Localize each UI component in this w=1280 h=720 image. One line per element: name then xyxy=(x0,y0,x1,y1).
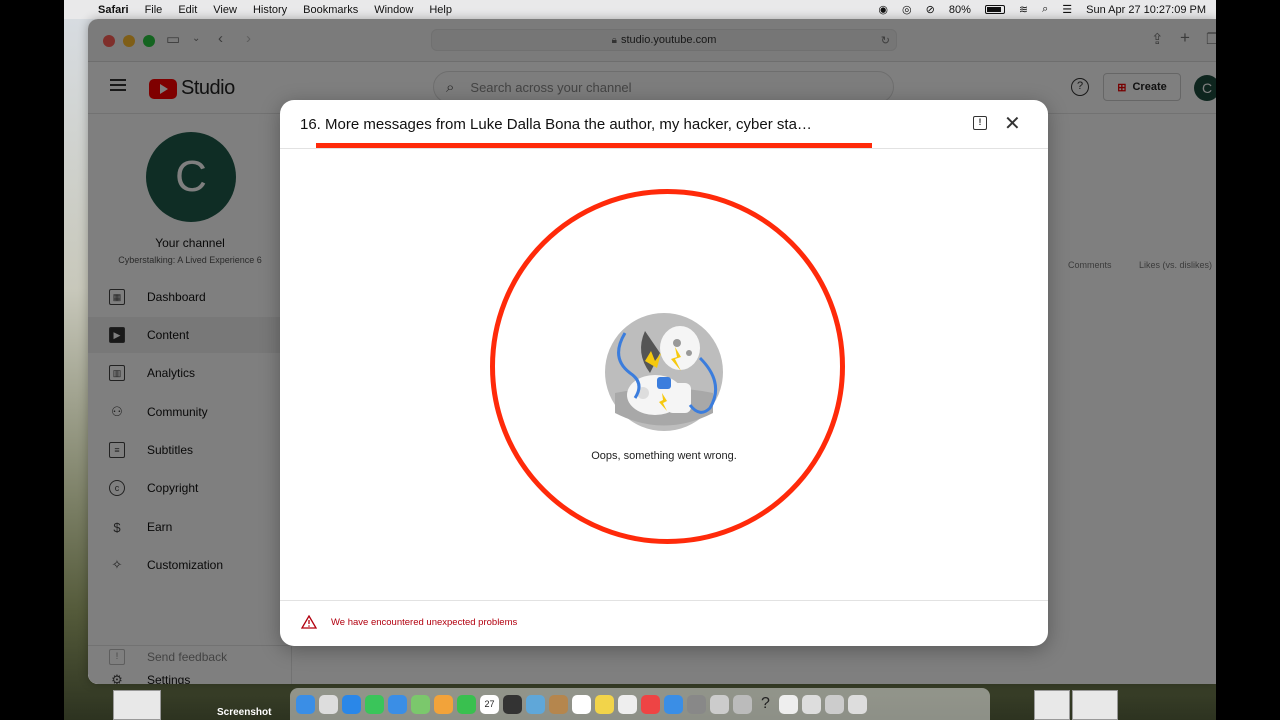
menu-view[interactable]: View xyxy=(205,4,245,16)
contacts-icon[interactable] xyxy=(549,694,568,714)
photos-icon[interactable] xyxy=(434,694,453,714)
trash-icon[interactable] xyxy=(848,694,867,714)
notes-icon[interactable] xyxy=(595,694,614,714)
broken-robot-illustration xyxy=(605,313,723,431)
desktop-thumbnail-3[interactable] xyxy=(1072,690,1118,720)
feedback-icon: ! xyxy=(109,649,125,665)
error-message: Oops, something went wrong. xyxy=(591,450,737,462)
menu-bookmarks[interactable]: Bookmarks xyxy=(295,4,366,16)
menu-file[interactable]: File xyxy=(137,4,171,16)
error-dialog: 16. More messages from Luke Dalla Bona t… xyxy=(280,100,1048,646)
battery-icon[interactable] xyxy=(984,5,1005,14)
spotlight-icon[interactable]: ⌕ xyxy=(1042,3,1048,16)
menu-edit[interactable]: Edit xyxy=(170,4,205,16)
sidebar-item-label: Send feedback xyxy=(147,650,228,664)
airdrop-icon[interactable]: ◎ xyxy=(902,3,912,16)
dialog-footer-divider xyxy=(280,600,1048,601)
menubar-clock[interactable]: Sun Apr 27 10:27:09 PM xyxy=(1086,4,1206,16)
footer-warning-text: We have encountered unexpected problems xyxy=(331,617,518,628)
dock-screenshot-label[interactable]: Screenshot xyxy=(217,707,271,718)
menu-app[interactable]: Safari xyxy=(90,4,137,16)
maps-icon[interactable] xyxy=(411,694,430,714)
help-viewer-icon[interactable]: ? xyxy=(756,695,775,714)
dialog-header-divider xyxy=(280,148,1048,149)
freeform-icon[interactable] xyxy=(618,694,637,714)
control-center-icon[interactable]: ☰ xyxy=(1062,3,1072,16)
record-icon[interactable]: ◉ xyxy=(878,3,888,16)
dock: 27 ? xyxy=(290,688,990,720)
letterbox-left xyxy=(0,0,64,720)
battery-percent: 80% xyxy=(948,3,971,16)
minimized-window-icon-2[interactable] xyxy=(802,694,821,714)
messages-icon[interactable] xyxy=(365,694,384,714)
sidebar-item-send-feedback[interactable]: ! Send feedback xyxy=(88,639,292,675)
menu-help[interactable]: Help xyxy=(421,4,460,16)
mute-icon[interactable]: ⊘ xyxy=(926,3,935,16)
launchpad-icon[interactable] xyxy=(319,694,338,714)
recent-window-icon[interactable] xyxy=(733,694,752,714)
facetime-icon[interactable] xyxy=(457,694,476,714)
dialog-title: 16. More messages from Luke Dalla Bona t… xyxy=(300,116,812,133)
system-settings-icon[interactable] xyxy=(687,694,706,714)
minimized-window-icon[interactable] xyxy=(779,694,798,714)
menu-history[interactable]: History xyxy=(245,4,295,16)
status-area: ◉ ◎ ⊘ 80% ≋ ⌕ ☰ Sun Apr 27 10:27:09 PM xyxy=(878,3,1216,16)
minimized-window-icon-3[interactable] xyxy=(825,694,844,714)
preview-icon[interactable] xyxy=(526,694,545,714)
safari-icon[interactable] xyxy=(342,694,361,714)
news-icon[interactable] xyxy=(641,694,660,714)
report-icon[interactable]: ! xyxy=(973,116,987,130)
desktop-thumbnail-2[interactable] xyxy=(1034,690,1070,720)
wifi-icon[interactable]: ≋ xyxy=(1019,3,1028,16)
reminders-icon[interactable] xyxy=(572,694,591,714)
mail-icon[interactable] xyxy=(388,694,407,714)
menu-window[interactable]: Window xyxy=(366,4,421,16)
desktop-thumbnail[interactable] xyxy=(113,690,161,720)
letterbox-right xyxy=(1216,0,1280,720)
recent-app-icon[interactable] xyxy=(710,694,729,714)
activity-monitor-icon[interactable] xyxy=(503,694,522,714)
menubar: Safari File Edit View History Bookmarks … xyxy=(64,0,1216,19)
app-store-icon[interactable] xyxy=(664,694,683,714)
warning-icon xyxy=(301,615,317,629)
calendar-icon[interactable]: 27 xyxy=(480,694,499,714)
close-icon[interactable]: ✕ xyxy=(1004,111,1021,136)
finder-icon[interactable] xyxy=(296,694,315,714)
